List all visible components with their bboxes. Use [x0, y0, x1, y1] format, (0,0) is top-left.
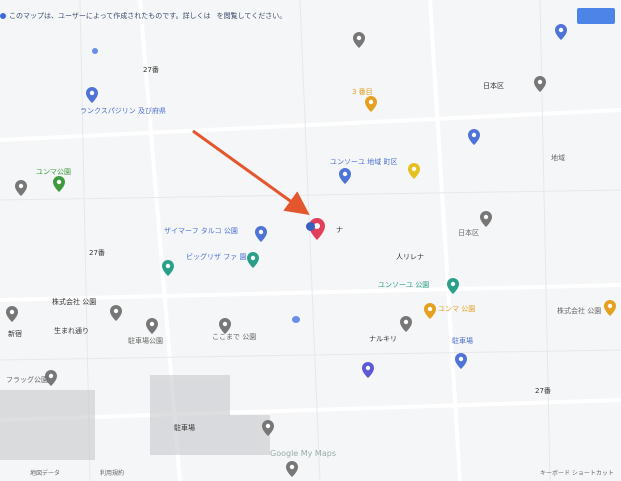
map-footer: 地図データ 利用規約 キーボード ショートカット — [0, 466, 621, 481]
footer-map-data[interactable]: 地図データ — [30, 468, 60, 477]
annotation-arrow — [192, 129, 310, 216]
map-canvas[interactable]: このマップは、ユーザーによって作成されたものです。詳しくは を閲覧してください。… — [0, 0, 621, 481]
footer-terms[interactable]: 利用規約 — [100, 468, 124, 477]
footer-shortcuts[interactable]: キーボード ショートカット — [540, 468, 614, 477]
google-my-maps-logo: Google My Maps — [270, 449, 336, 458]
